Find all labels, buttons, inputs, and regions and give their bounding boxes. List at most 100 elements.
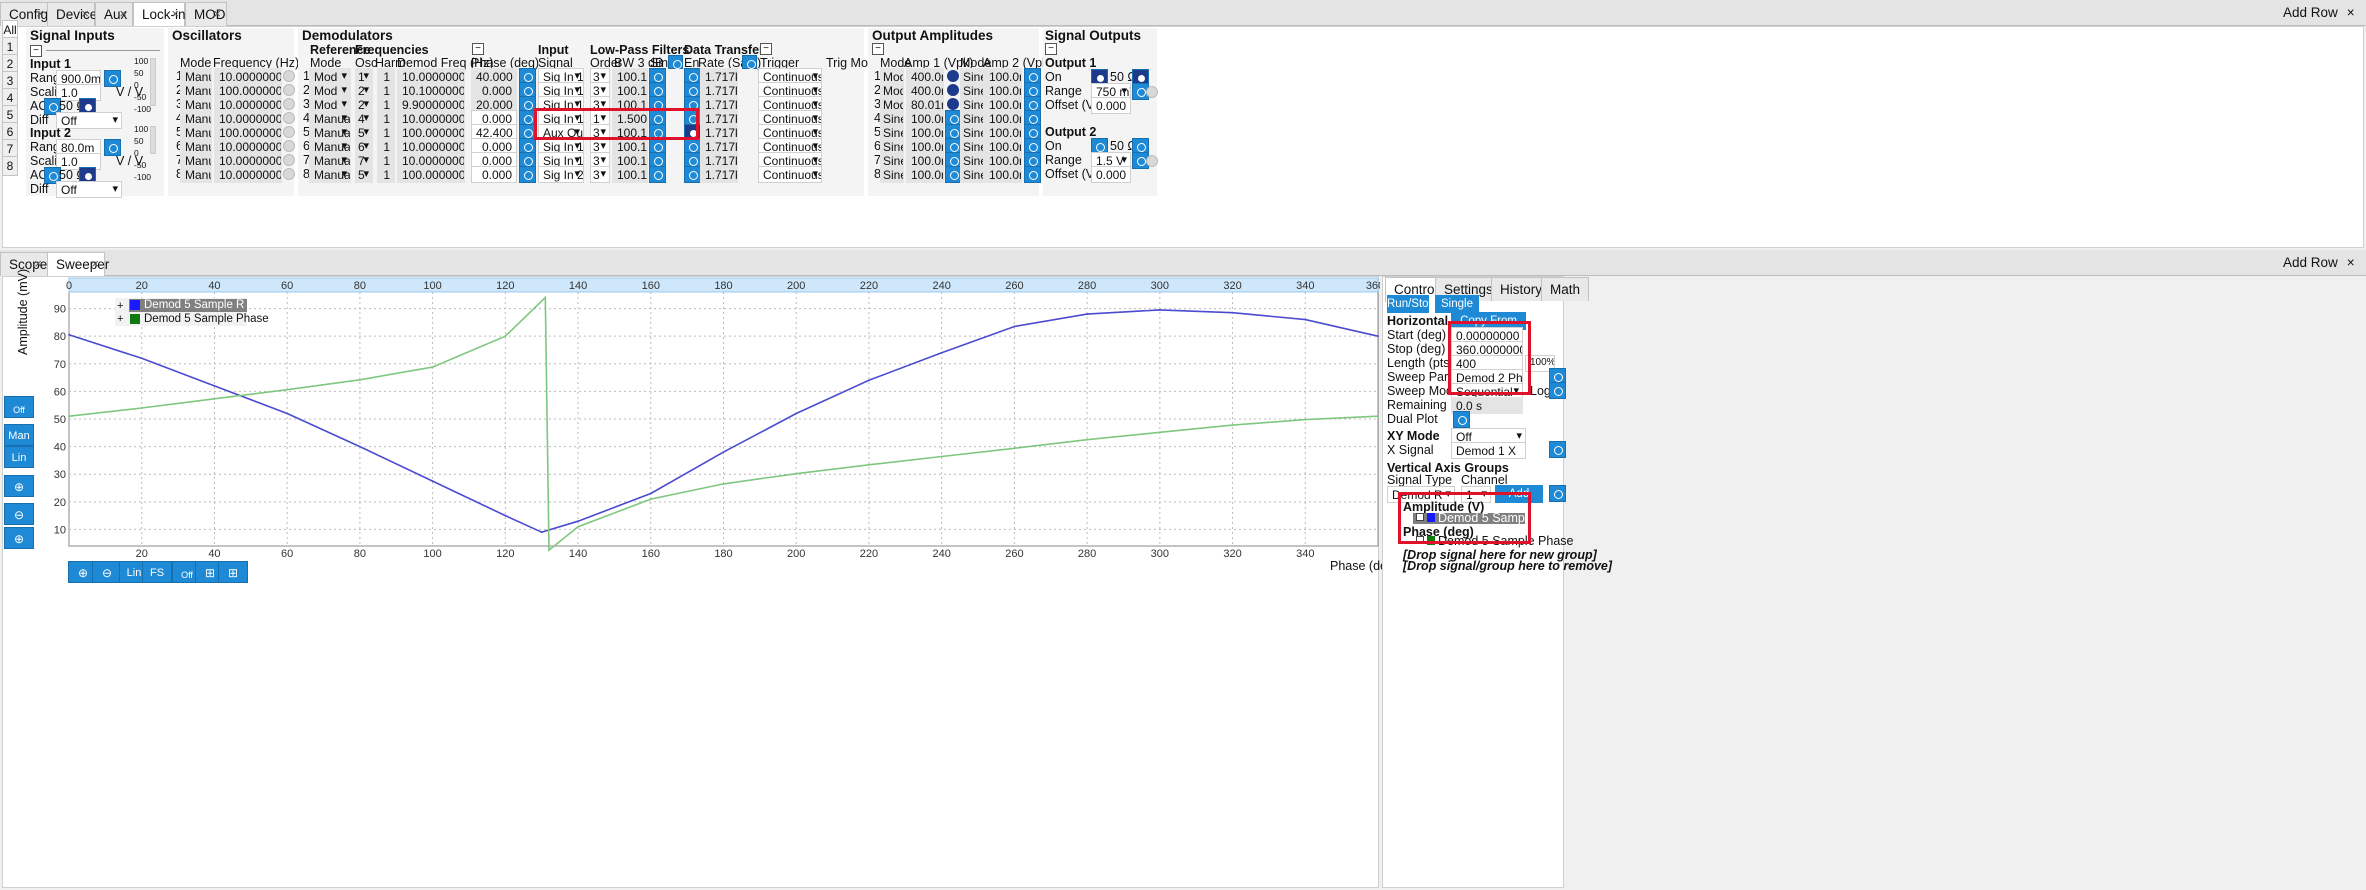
close-icon[interactable]: × (36, 6, 44, 21)
dual-plot-toggle[interactable] (1453, 411, 1470, 428)
button-label: FS (149, 567, 165, 579)
rate-link-button[interactable] (742, 55, 757, 69)
tab-label: Math (1550, 282, 1581, 297)
tab-sweeper[interactable]: Sweeper × (47, 252, 109, 277)
data-point (1377, 415, 1379, 418)
demod-rate-field[interactable]: 1.717k (700, 166, 738, 183)
close-icon[interactable]: × (81, 6, 89, 21)
data-point (1013, 325, 1016, 328)
close-icon[interactable]: × (91, 256, 99, 271)
auto-phase-button[interactable] (519, 166, 536, 183)
dual-plot-label: Dual Plot (1387, 412, 1438, 426)
x-tick-label-top: 220 (860, 280, 878, 292)
data-point (795, 472, 798, 475)
level-bar (150, 126, 156, 154)
close-icon[interactable]: × (2347, 255, 2355, 270)
tree-select-icon[interactable] (1549, 441, 1566, 458)
demod-osc-select[interactable]: 5 (355, 166, 373, 183)
osc-frequency-field[interactable]: 10.00000000M (214, 166, 282, 183)
amp1-enable-toggle[interactable] (947, 84, 959, 96)
highlight-box (1398, 492, 1531, 544)
demod-harm-field[interactable]: 1 (377, 166, 395, 183)
y-tick-label: 50 (54, 414, 66, 426)
log-toggle[interactable] (1549, 382, 1566, 399)
add-row-button[interactable]: Add Row × (2283, 5, 2355, 20)
tab-lock-in[interactable]: Lock-in × (133, 2, 186, 27)
y-axis-title: Amplitude (mV) (16, 268, 30, 355)
data-point (1158, 309, 1161, 311)
bar-tick: -50 (134, 92, 147, 102)
grid-off-button[interactable]: Off (4, 396, 34, 418)
side-tab-8[interactable]: 8 (2, 156, 18, 176)
collapse-icon[interactable]: − (872, 43, 884, 55)
data-point (358, 445, 361, 448)
x-tick-label: 20 (136, 548, 148, 560)
tab-device[interactable]: Device × (47, 2, 97, 26)
drop-remove-zone[interactable]: [Drop signal/group here to remove] (1403, 559, 1612, 573)
data-point (649, 492, 652, 495)
zoom-out-icon[interactable]: ⊖ (92, 561, 122, 583)
demod-signal-select[interactable]: Sig In 2 (538, 166, 584, 183)
length-label: Length (pts) (1387, 356, 1454, 370)
sinc-toggle[interactable] (649, 166, 666, 183)
collapse-icon[interactable]: − (472, 43, 484, 55)
demod-mode-select[interactable]: Manual (309, 166, 351, 183)
amp1-field[interactable]: 100.0m (906, 166, 944, 183)
x-fs-button[interactable]: FS (142, 561, 172, 583)
level-bar (150, 58, 156, 106)
tab-aux[interactable]: Aux × (95, 2, 133, 26)
data-point (868, 463, 870, 466)
output1-offset-field[interactable]: 0.000 (1091, 97, 1131, 114)
data-point (1086, 438, 1089, 441)
ctrl-tab-math[interactable]: Math (1541, 277, 1590, 301)
highlight-box (1448, 321, 1531, 395)
button-label: Lin (126, 567, 142, 579)
sinc-link-button[interactable] (668, 55, 683, 69)
demod-bw-field[interactable]: 100.1 (612, 166, 648, 183)
expand-icon[interactable]: + (117, 313, 123, 325)
collapse-icon[interactable]: − (1045, 43, 1057, 55)
run-stop-button[interactable]: Run/Stop (1387, 295, 1435, 313)
close-icon[interactable]: × (34, 256, 42, 271)
legend-item-r[interactable]: Demod 5 Sample R (144, 299, 244, 311)
close-icon[interactable]: × (213, 6, 221, 21)
section-title: Signal Inputs (30, 28, 115, 43)
x-tick-label: 140 (569, 548, 587, 560)
tab-mod[interactable]: MOD × (185, 2, 227, 26)
amp2-field[interactable]: 100.0m (984, 166, 1022, 183)
collapse-icon[interactable]: − (30, 45, 42, 57)
section-title: Demodulators (302, 28, 393, 43)
signal-outputs-section: Signal Outputs − Output 1 On 50 Ω Range … (1043, 28, 1158, 196)
y-tick-label: 10 (54, 524, 66, 536)
demod-phase-field[interactable]: 0.000 (471, 166, 517, 183)
demod-order-select[interactable]: 3 (590, 166, 610, 183)
amp1-enable-toggle[interactable] (947, 70, 959, 82)
range-label: Range (1045, 153, 1082, 167)
input2-diff-select[interactable]: Off (56, 181, 122, 198)
osc-status-led (283, 126, 295, 138)
close-icon[interactable]: × (119, 6, 127, 21)
single-button[interactable]: Single (1435, 295, 1479, 313)
expand-icon[interactable]: + (117, 300, 123, 312)
demod-trigger-select[interactable]: Continuous (758, 166, 822, 183)
collapse-icon[interactable]: − (760, 43, 772, 55)
close-icon[interactable]: × (2347, 5, 2355, 20)
divider (46, 50, 160, 51)
legend-item-phase[interactable]: Demod 5 Sample Phase (144, 313, 269, 325)
zoom-in-icon[interactable]: ⊕ (4, 475, 34, 497)
output2-offset-field[interactable]: 0.000 (1091, 166, 1131, 183)
y-scale-mode-button[interactable]: Man (4, 424, 34, 446)
zoom-fit-icon[interactable]: ⊕ (4, 527, 34, 549)
amp1-enable-toggle[interactable] (947, 98, 959, 110)
add-row-button[interactable]: Add Row × (2283, 255, 2355, 270)
x-signal-field[interactable]: Demod 1 X (1451, 442, 1526, 459)
math-icon[interactable]: ⊞ (218, 561, 248, 583)
close-icon[interactable]: × (171, 6, 179, 21)
amp2-enable-toggle[interactable] (1024, 166, 1041, 183)
output1-title: Output 1 (1045, 56, 1097, 70)
osc-status-led (283, 168, 295, 180)
y-lin-button[interactable]: Lin (4, 446, 34, 468)
enable-toggle[interactable] (684, 166, 701, 183)
zoom-out-icon[interactable]: ⊖ (4, 503, 34, 525)
tree-select-icon[interactable] (1549, 485, 1566, 502)
